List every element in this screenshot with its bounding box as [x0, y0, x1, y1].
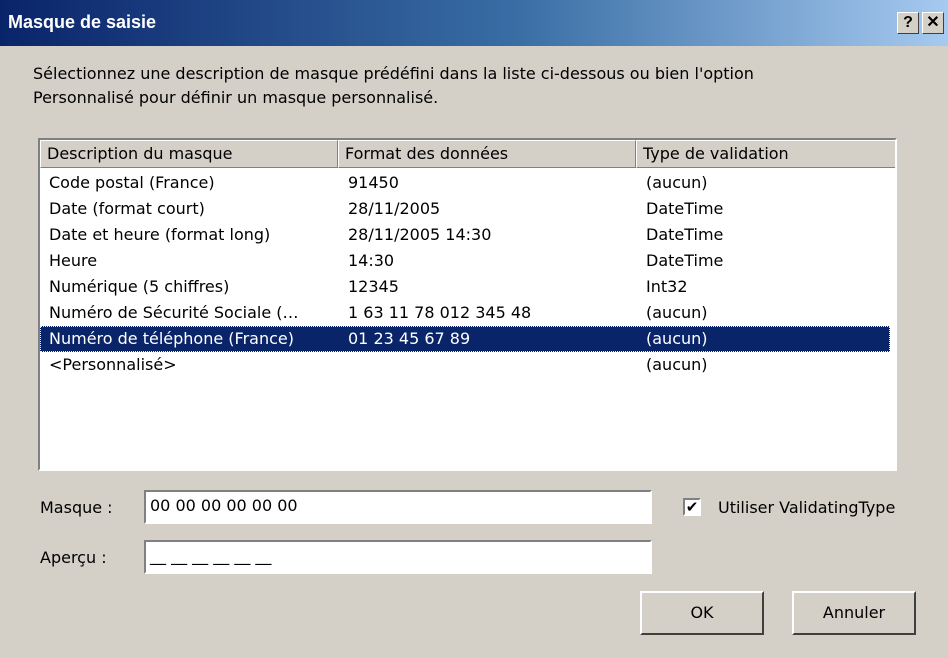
row-description: Heure [49, 251, 98, 270]
row-description: Code postal (France) [49, 173, 215, 192]
instructions-line-2: Personnalisé pour définir un masque pers… [33, 88, 439, 107]
close-icon: ✕ [926, 14, 940, 31]
row-format: 1 63 11 78 012 345 48 [348, 303, 532, 322]
row-description: Date (format court) [49, 199, 205, 218]
validatingtype-label[interactable]: Utiliser ValidatingType [718, 498, 895, 517]
column-header-validation[interactable]: Type de validation [636, 140, 895, 168]
row-validation: (aucun) [646, 329, 708, 348]
preview-input[interactable]: __ __ __ __ __ __ [144, 540, 652, 574]
list-row[interactable]: Date et heure (format long) 28/11/2005 1… [40, 222, 895, 248]
row-description: Date et heure (format long) [49, 225, 271, 244]
list-row[interactable]: <Personnalisé> (aucun) [40, 352, 895, 378]
validatingtype-checkbox[interactable]: ✔ [683, 498, 701, 516]
list-row[interactable]: Numéro de Sécurité Sociale (… 1 63 11 78… [40, 300, 895, 326]
column-header-format[interactable]: Format des données [338, 140, 636, 168]
mask-label: Masque : [40, 498, 113, 517]
list-row[interactable]: Code postal (France) 91450 (aucun) [40, 170, 895, 196]
row-validation: DateTime [646, 225, 724, 244]
list-row[interactable]: Heure 14:30 DateTime [40, 248, 895, 274]
row-format: 91450 [348, 173, 399, 192]
row-format: 14:30 [348, 251, 395, 270]
row-description: Numérique (5 chiffres) [49, 277, 230, 296]
list-header: Description du masque Format des données… [40, 140, 895, 168]
list-row[interactable]: Numérique (5 chiffres) 12345 Int32 [40, 274, 895, 300]
title-bar[interactable]: Masque de saisie ? ✕ [0, 0, 948, 46]
row-description: <Personnalisé> [49, 355, 177, 374]
instructions-line-1: Sélectionnez une description de masque p… [33, 64, 754, 83]
mask-list[interactable]: Description du masque Format des données… [38, 138, 897, 471]
help-button[interactable]: ? [897, 12, 919, 34]
checkmark-icon: ✔ [685, 498, 699, 516]
list-rows: Code postal (France) 91450 (aucun) Date … [40, 170, 895, 378]
row-format: 28/11/2005 14:30 [348, 225, 492, 244]
row-validation: (aucun) [646, 173, 708, 192]
row-validation: (aucun) [646, 303, 708, 322]
row-format: 12345 [348, 277, 399, 296]
mask-input[interactable]: 00 00 00 00 00 00 [144, 490, 652, 524]
ok-button[interactable]: OK [640, 591, 764, 635]
preview-label: Aperçu : [40, 548, 107, 567]
row-format: 01 23 45 67 89 [348, 329, 471, 348]
window-title: Masque de saisie [8, 12, 157, 32]
row-format: 28/11/2005 [348, 199, 441, 218]
close-button[interactable]: ✕ [922, 12, 944, 34]
column-header-description[interactable]: Description du masque [40, 140, 338, 168]
instructions-text: Sélectionnez une description de masque p… [33, 62, 913, 110]
help-icon: ? [903, 14, 913, 31]
row-validation: DateTime [646, 199, 724, 218]
row-description: Numéro de Sécurité Sociale (… [49, 303, 299, 322]
column-header-empty [896, 140, 897, 168]
row-validation: Int32 [646, 277, 688, 296]
row-validation: DateTime [646, 251, 724, 270]
list-row[interactable]: Date (format court) 28/11/2005 DateTime [40, 196, 895, 222]
list-row-selected[interactable]: Numéro de téléphone (France) 01 23 45 67… [40, 326, 890, 352]
cancel-button[interactable]: Annuler [792, 591, 916, 635]
row-description: Numéro de téléphone (France) [49, 329, 294, 348]
row-validation: (aucun) [646, 355, 708, 374]
